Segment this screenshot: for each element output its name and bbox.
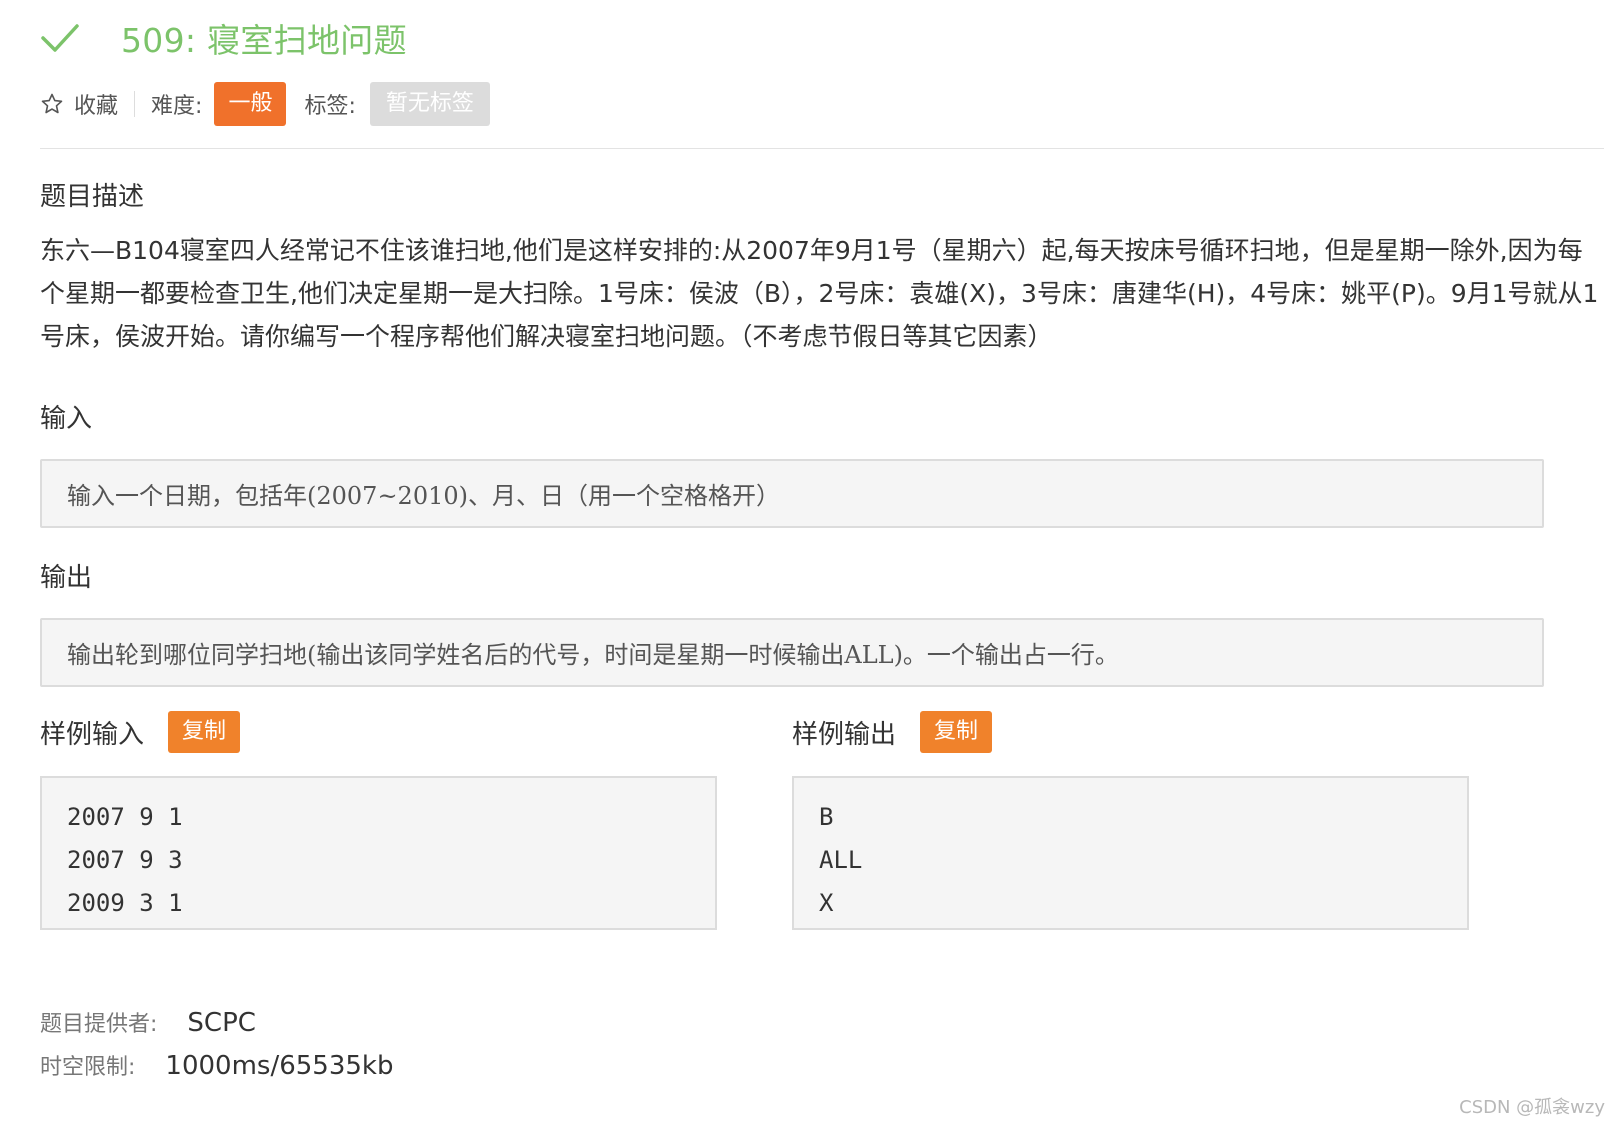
sample-input-header: 样例输入 复制 — [40, 711, 241, 753]
provider-row: 题目提供者: SCPC — [40, 1006, 256, 1038]
sample-output-line: X — [819, 889, 834, 917]
check-icon — [41, 24, 79, 52]
input-heading: 输入 — [40, 404, 93, 434]
sample-input-line: 2007 9 1 — [67, 803, 183, 831]
sample-output-header: 样例输出 复制 — [792, 711, 993, 753]
sample-input-line: 2007 9 3 — [67, 846, 183, 874]
output-heading: 输出 — [40, 563, 93, 593]
header-divider — [40, 148, 1604, 149]
description-heading: 题目描述 — [40, 182, 145, 212]
limit-value: 1000ms/65535kb — [165, 1051, 394, 1081]
title-row: 509: 寝室扫地问题 — [40, 12, 407, 64]
input-description-text: 输入一个日期，包括年(2007~2010)、月、日（用一个空格格开） — [67, 482, 780, 510]
description-text: 东六—B104寝室四人经常记不住该谁扫地,他们是这样安排的:从2007年9月1号… — [40, 236, 1599, 351]
meta-row: 收藏 难度: 一般 标签: 暂无标签 — [40, 82, 490, 126]
copy-input-button[interactable]: 复制 — [168, 711, 241, 753]
sample-output-heading: 样例输出 — [792, 719, 897, 750]
provider-value: SCPC — [187, 1008, 256, 1038]
page-title: 509: 寝室扫地问题 — [121, 21, 407, 60]
provider-label: 题目提供者: — [40, 1012, 158, 1037]
sample-input-box[interactable]: 2007 9 1 2007 9 3 2009 3 1 — [40, 776, 717, 930]
sample-input-heading: 样例输入 — [40, 719, 145, 750]
sample-output-line: B — [819, 803, 834, 831]
limit-label: 时空限制: — [40, 1055, 136, 1080]
tags-label: 标签: — [304, 94, 356, 119]
difficulty-label: 难度: — [151, 94, 203, 119]
sample-output-box[interactable]: B ALL X — [792, 776, 1469, 930]
watermark: CSDN @孤衾wzy — [1459, 1097, 1605, 1118]
output-description-box: 输出轮到哪位同学扫地(输出该同学姓名后的代号，时间是星期一时候输出ALL)。一个… — [40, 618, 1544, 687]
favorite-button[interactable]: 收藏 — [74, 88, 118, 120]
star-icon[interactable] — [40, 92, 64, 116]
sample-output-line: ALL — [819, 846, 863, 874]
meta-divider — [134, 91, 136, 117]
difficulty-badge: 一般 — [214, 82, 287, 126]
sample-input-line: 2009 3 1 — [67, 889, 183, 917]
input-description-box: 输入一个日期，包括年(2007~2010)、月、日（用一个空格格开） — [40, 459, 1544, 528]
output-description-text: 输出轮到哪位同学扫地(输出该同学姓名后的代号，时间是星期一时候输出ALL)。一个… — [67, 641, 1119, 669]
time-space-limit-row: 时空限制: 1000ms/65535kb — [40, 1049, 394, 1081]
copy-output-button[interactable]: 复制 — [920, 711, 993, 753]
tag-badge: 暂无标签 — [369, 82, 490, 126]
